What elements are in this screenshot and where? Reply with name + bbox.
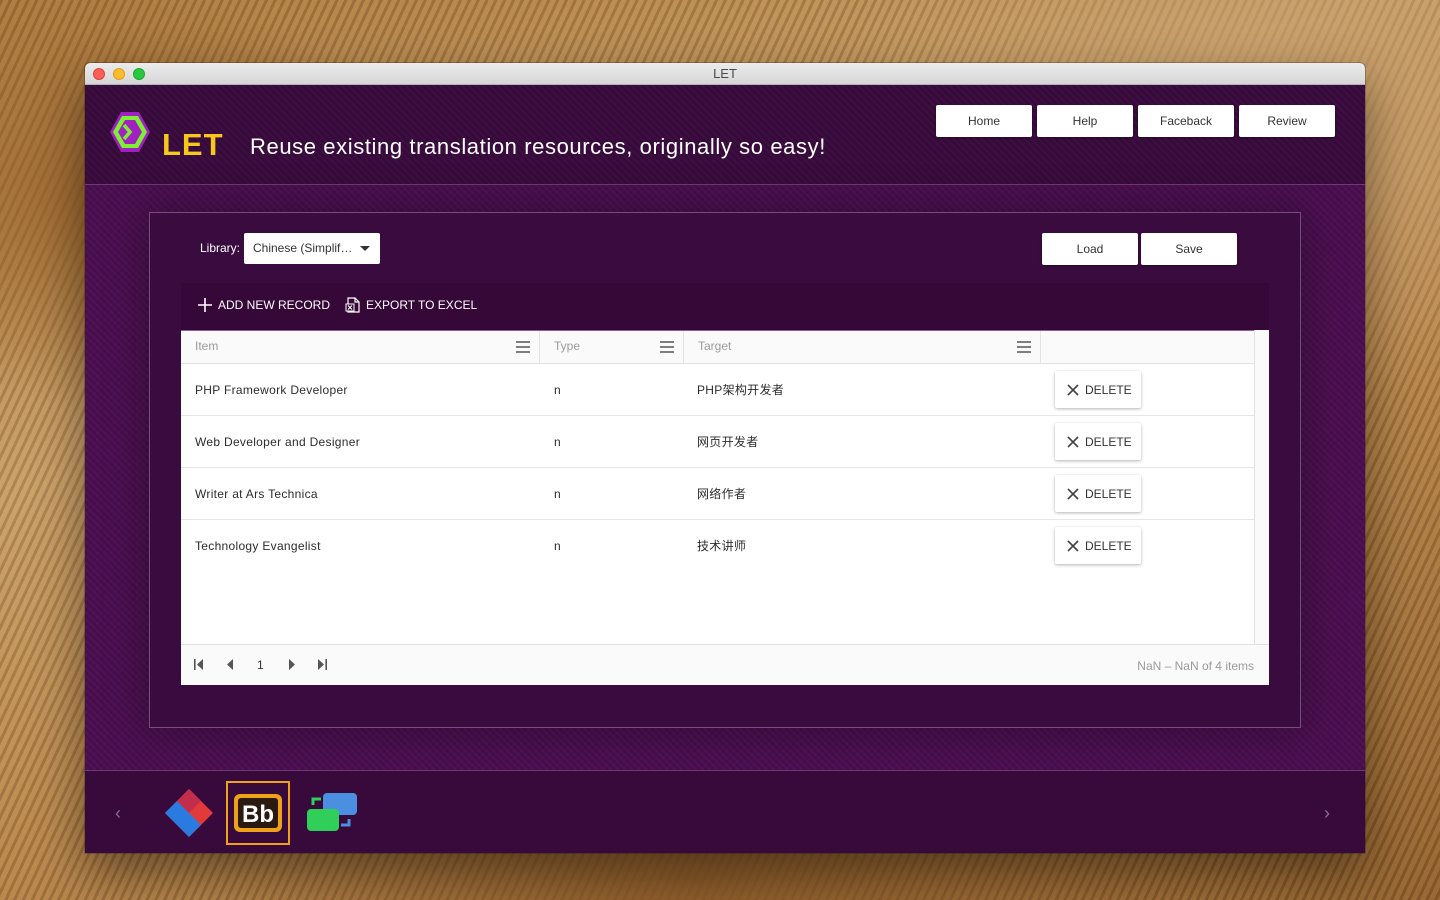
close-icon — [1067, 435, 1079, 448]
bb-app-text: Bb — [242, 801, 274, 828]
delete-label: DELETE — [1085, 434, 1132, 449]
chevron-left-icon[interactable]: ‹ — [115, 803, 121, 824]
cell-target: 网页开发者 — [697, 435, 759, 449]
current-page-number[interactable]: 1 — [257, 658, 264, 672]
dropdown-caret-icon — [360, 246, 370, 251]
delete-button[interactable]: DELETE — [1055, 475, 1141, 512]
grid-body: PHP Framework Developer n PHP架构开发者 DELET… — [181, 364, 1269, 646]
chevron-right-icon[interactable]: › — [1324, 803, 1330, 824]
table-row[interactable]: Writer at Ars Technica n 网络作者 DELETE — [181, 468, 1255, 520]
next-page-icon[interactable] — [288, 659, 295, 670]
column-header-label: Target — [698, 339, 732, 353]
table-row[interactable]: PHP Framework Developer n PHP架构开发者 DELET… — [181, 364, 1255, 416]
delete-label: DELETE — [1085, 538, 1132, 553]
cell-type: n — [554, 435, 561, 449]
column-menu-icon[interactable] — [516, 341, 530, 353]
bb-app-icon[interactable]: Bb — [226, 781, 290, 845]
diamond-app-glyph — [165, 789, 213, 837]
app-header: LET Reuse existing translation resources… — [85, 85, 1365, 185]
title-bar: LET — [85, 63, 1365, 85]
translate-app-glyph — [307, 793, 357, 831]
grid-toolbar: ADD NEW RECORD EXPORT TO EXCEL — [181, 283, 1269, 331]
cell-target: 网络作者 — [697, 487, 747, 501]
last-page-icon[interactable] — [317, 659, 327, 670]
add-new-record-button[interactable]: ADD NEW RECORD — [197, 297, 330, 313]
plus-icon — [198, 298, 212, 312]
app-window: LET LET Reuse existing translation resou… — [85, 63, 1365, 853]
delete-label: DELETE — [1085, 486, 1132, 501]
export-to-excel-button[interactable]: EXPORT TO EXCEL — [345, 297, 477, 313]
cell-item: Writer at Ars Technica — [195, 487, 318, 501]
cell-item: Technology Evangelist — [195, 539, 321, 553]
records-grid: ADD NEW RECORD EXPORT TO EXCEL Item Type… — [181, 283, 1269, 685]
column-header-label: Item — [195, 339, 219, 353]
close-icon — [1067, 539, 1079, 552]
load-button[interactable]: Load — [1042, 233, 1138, 265]
previous-page-icon[interactable] — [227, 659, 234, 670]
column-header-actions — [1041, 331, 1255, 363]
cell-type: n — [554, 383, 561, 397]
column-header-item[interactable]: Item — [181, 331, 540, 363]
nav-home-button[interactable]: Home — [936, 105, 1032, 137]
library-label: Library: — [200, 241, 241, 255]
library-panel: Library: Chinese (Simplified) Load Save … — [149, 212, 1301, 728]
first-page-icon[interactable] — [194, 659, 204, 670]
nav-review-button[interactable]: Review — [1239, 105, 1335, 137]
library-select[interactable]: Chinese (Simplified) — [244, 233, 380, 264]
cell-type: n — [554, 539, 561, 553]
delete-button[interactable]: DELETE — [1055, 423, 1141, 460]
close-icon — [1067, 487, 1079, 500]
grid-header: Item Type Target — [181, 331, 1269, 364]
diamond-app-icon[interactable] — [157, 781, 221, 845]
column-menu-icon[interactable] — [660, 341, 674, 353]
bb-app-glyph: Bb — [234, 794, 282, 832]
cell-type: n — [554, 487, 561, 501]
column-header-label: Type — [554, 339, 581, 353]
excel-file-icon — [345, 297, 360, 313]
export-to-excel-label: EXPORT TO EXCEL — [366, 298, 478, 312]
add-new-record-label: ADD NEW RECORD — [218, 298, 331, 312]
nav-help-button[interactable]: Help — [1037, 105, 1133, 137]
table-row[interactable]: Web Developer and Designer n 网页开发者 DELET… — [181, 416, 1255, 468]
column-menu-icon[interactable] — [1017, 341, 1031, 353]
delete-label: DELETE — [1085, 382, 1132, 397]
vertical-scrollbar[interactable] — [1254, 330, 1269, 646]
save-button[interactable]: Save — [1141, 233, 1237, 265]
translate-app-icon[interactable] — [299, 781, 363, 845]
column-header-type[interactable]: Type — [540, 331, 684, 363]
table-row[interactable]: Technology Evangelist n 技术讲师 DELETE — [181, 520, 1255, 572]
delete-button[interactable]: DELETE — [1055, 371, 1141, 408]
cell-target: 技术讲师 — [697, 539, 747, 553]
cell-item: Web Developer and Designer — [195, 435, 361, 449]
grid-pager: 1 NaN – NaN of 4 items — [181, 644, 1269, 685]
window-title: LET — [713, 66, 737, 81]
let-logo-icon — [110, 112, 150, 152]
delete-button[interactable]: DELETE — [1055, 527, 1141, 564]
cell-target: PHP架构开发者 — [697, 383, 785, 397]
close-icon — [1067, 383, 1079, 396]
cell-item: PHP Framework Developer — [195, 383, 348, 397]
library-select-value: Chinese (Simplified) — [253, 241, 353, 255]
nav-feedback-button[interactable]: Faceback — [1138, 105, 1234, 137]
app-content: LET Reuse existing translation resources… — [85, 85, 1365, 853]
column-header-target[interactable]: Target — [684, 331, 1041, 363]
tagline: Reuse existing translation resources, or… — [250, 134, 826, 159]
app-switcher-bar: ‹ Bb › — [85, 770, 1365, 853]
logo-text: LET — [162, 127, 224, 162]
pager-info: NaN – NaN of 4 items — [1137, 659, 1254, 673]
